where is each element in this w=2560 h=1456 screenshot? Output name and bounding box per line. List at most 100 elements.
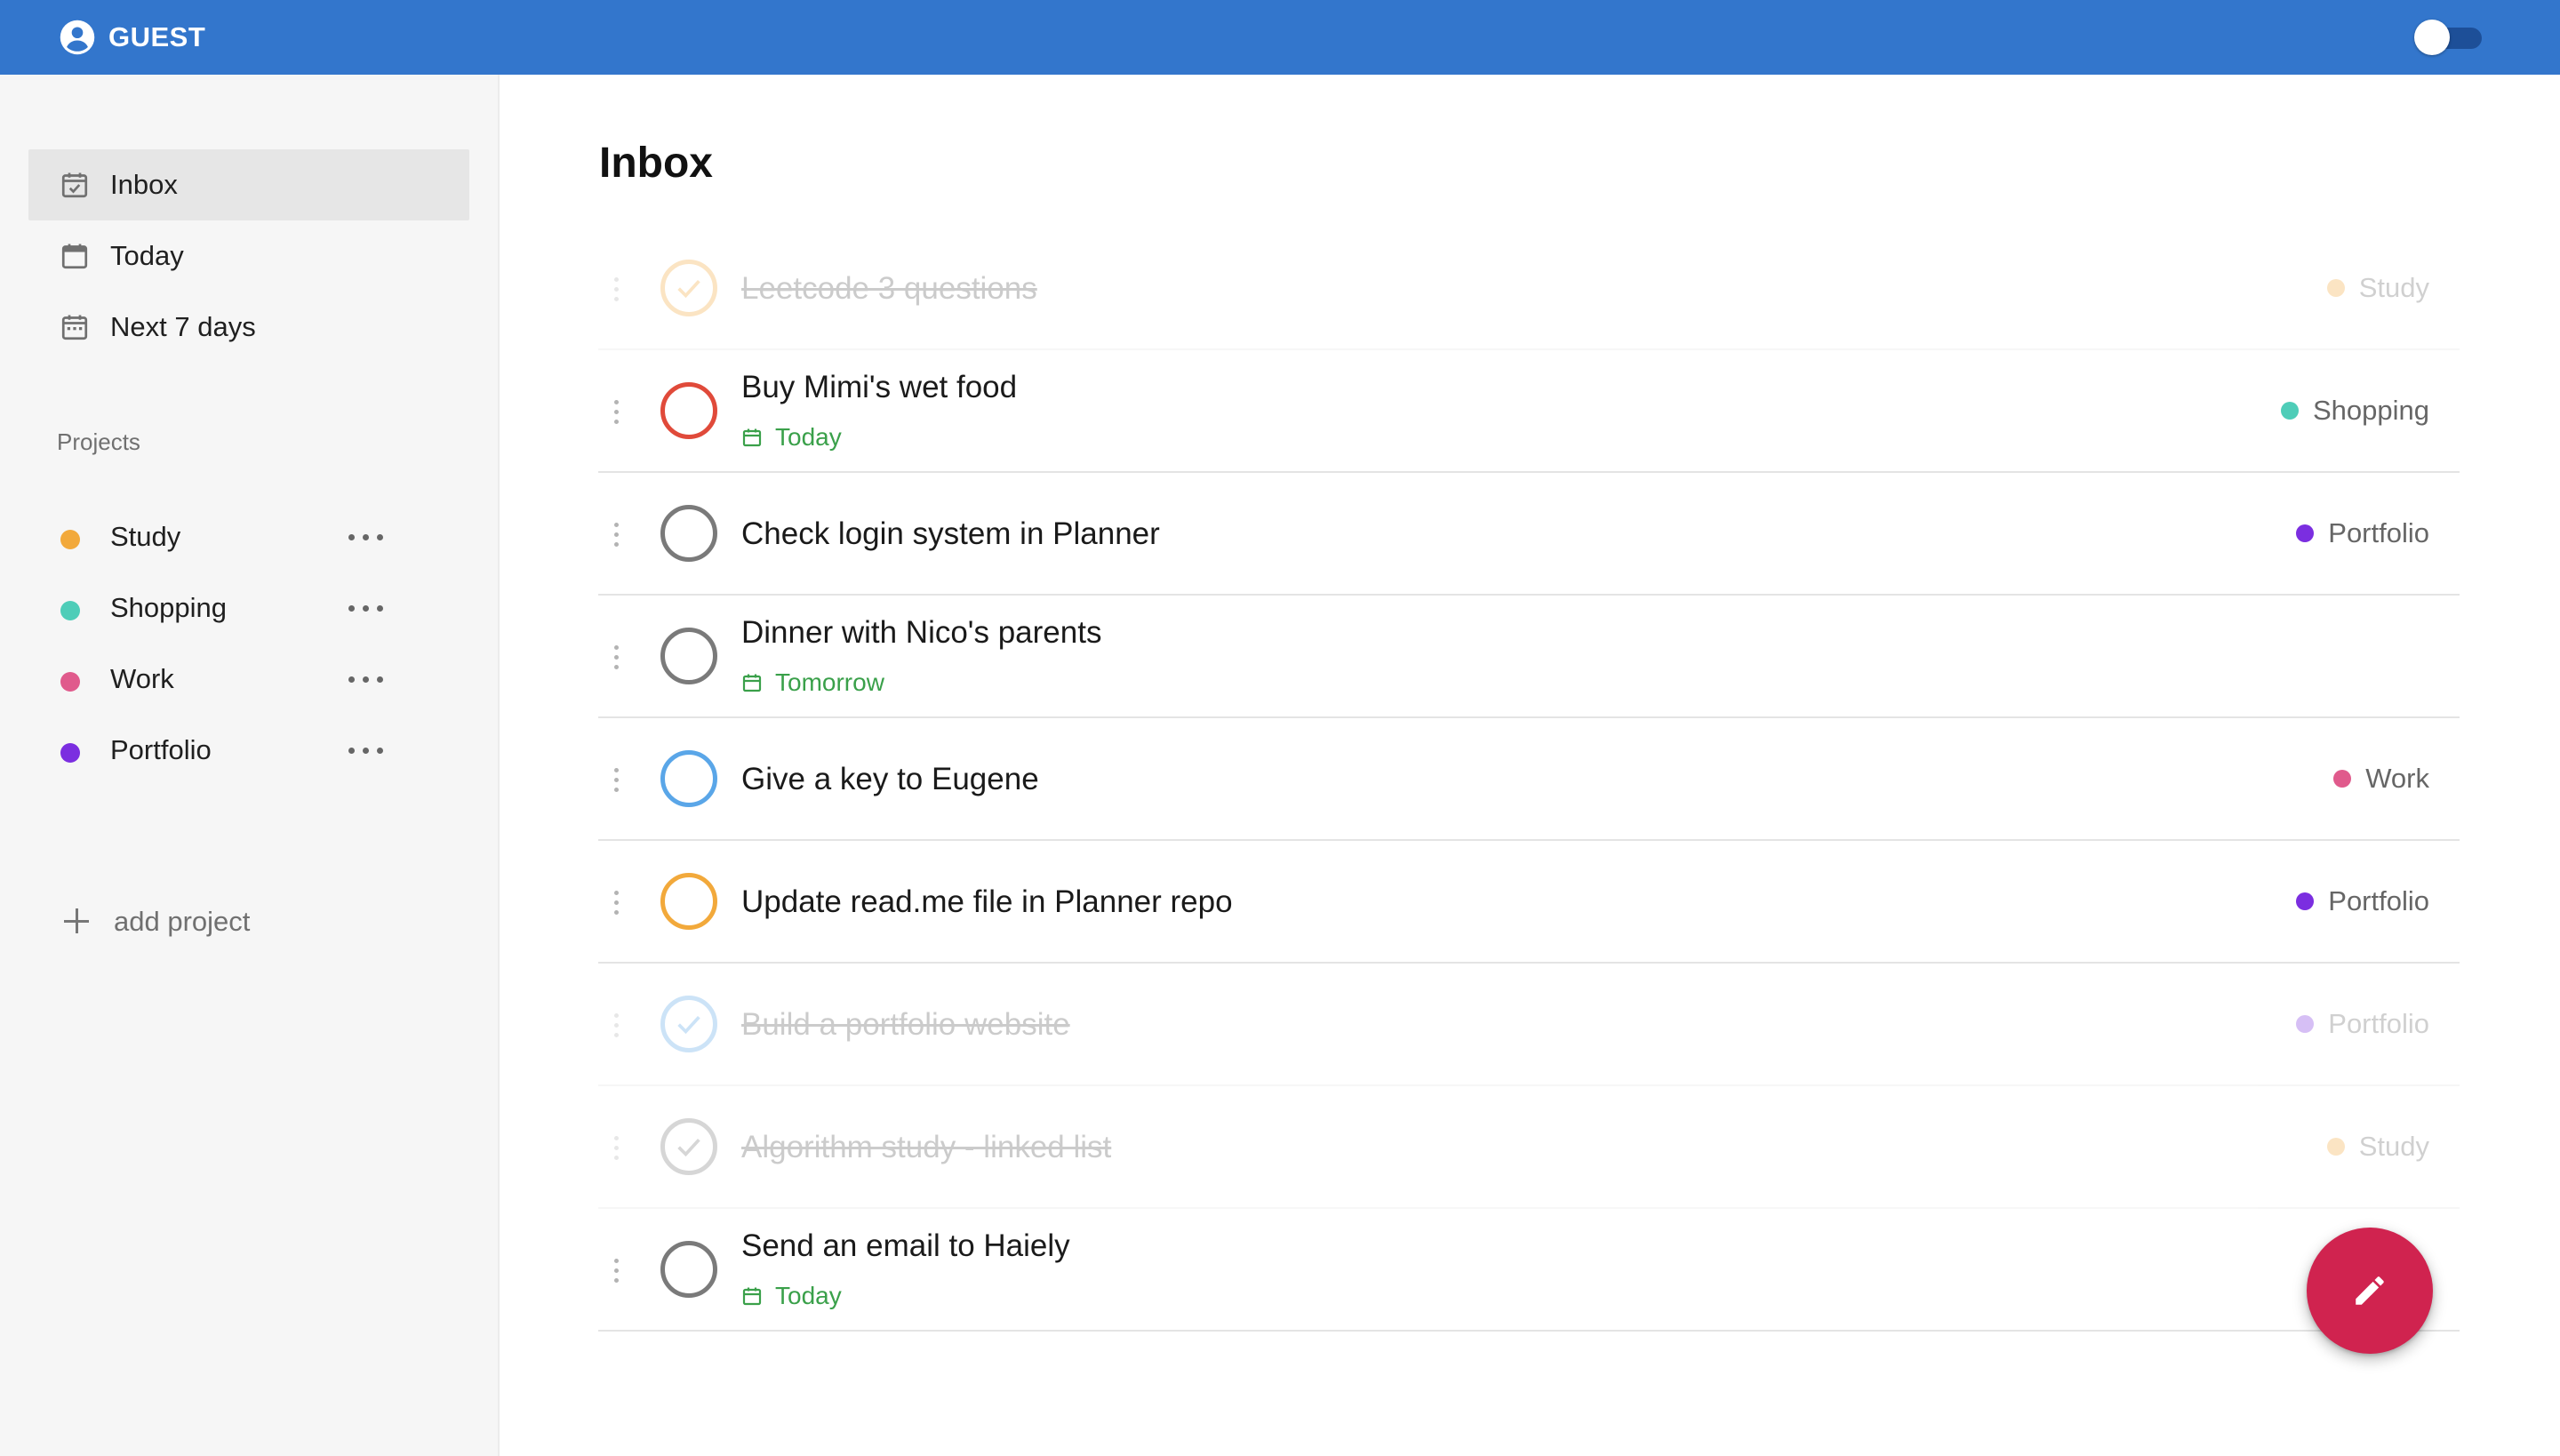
task-title[interactable]: Give a key to Eugene: [741, 762, 1039, 797]
more-options-icon[interactable]: [343, 732, 389, 768]
task-due-date: Today: [741, 1282, 842, 1310]
project-color-dot: [2296, 892, 2315, 910]
calendar-icon: [742, 428, 762, 447]
sidebar-item-inbox[interactable]: Inbox: [28, 149, 469, 220]
task-title[interactable]: Update read.me file in Planner repo: [741, 884, 1233, 920]
drag-handle-icon[interactable]: [612, 768, 620, 793]
drag-handle-icon[interactable]: [612, 1013, 620, 1038]
task-checkbox[interactable]: [660, 1241, 717, 1298]
account-circle-icon: [60, 20, 95, 55]
drag-handle-icon[interactable]: [612, 1136, 620, 1161]
more-options-icon[interactable]: [343, 519, 389, 555]
more-options-icon[interactable]: [343, 661, 389, 697]
theme-toggle[interactable]: [2414, 18, 2485, 57]
add-task-fab[interactable]: [2307, 1228, 2433, 1354]
task-checkbox[interactable]: [660, 873, 717, 930]
task-row[interactable]: Check login system in Planner Portfolio: [598, 473, 2460, 596]
task-title[interactable]: Build a portfolio website: [741, 1007, 1070, 1043]
task-row[interactable]: Buy Mimi's wet food Today Shopping: [598, 350, 2460, 473]
drag-handle-icon[interactable]: [612, 645, 620, 670]
task-title[interactable]: Check login system in Planner: [741, 516, 1160, 552]
project-label: Portfolio: [2328, 1008, 2429, 1039]
project-color-dot: [2326, 279, 2345, 297]
project-label: Shopping: [110, 592, 228, 623]
project-item-study[interactable]: Study: [28, 507, 411, 569]
task-title[interactable]: Send an email to Haiely: [741, 1228, 1070, 1264]
project-item-work[interactable]: Work: [28, 649, 411, 711]
project-label: Work: [2365, 763, 2429, 794]
add-project-button[interactable]: add project: [57, 896, 288, 946]
user-menu[interactable]: GUEST: [59, 18, 205, 57]
add-project-label: add project: [114, 906, 251, 937]
sidebar-item-today[interactable]: Today: [28, 220, 469, 292]
project-color-dot: [2333, 770, 2352, 788]
sidebar-item-next-7-days[interactable]: Next 7 days: [28, 292, 469, 363]
task-row[interactable]: Dinner with Nico's parents Tomorrow: [598, 596, 2460, 718]
sidebar-item-label: Next 7 days: [110, 311, 256, 342]
app-header: GUEST: [0, 0, 2560, 75]
task-title[interactable]: Dinner with Nico's parents: [741, 615, 1101, 651]
project-label: Study: [2358, 1131, 2429, 1162]
task-due-date: Today: [741, 423, 842, 452]
calendar-icon: [61, 244, 88, 269]
plus-icon: [62, 907, 91, 935]
project-label: Portfolio: [110, 734, 212, 765]
page-title: Inbox: [599, 140, 713, 187]
sidebar-item-label: Inbox: [110, 169, 178, 200]
task-row[interactable]: Update read.me file in Planner repo Portf…: [598, 841, 2460, 964]
checkmark-icon: [677, 1138, 700, 1157]
project-color-dot: [2296, 1015, 2315, 1033]
task-project-tag: Shopping: [2280, 395, 2429, 427]
project-color-dot: [2296, 524, 2315, 542]
task-checkbox[interactable]: [660, 1118, 717, 1175]
task-title[interactable]: Buy Mimi's wet food: [741, 370, 1017, 405]
task-project-tag: Study: [2326, 1131, 2429, 1163]
toggle-thumb: [2414, 20, 2450, 55]
project-item-portfolio[interactable]: Portfolio: [28, 720, 411, 782]
task-checkbox[interactable]: [660, 628, 717, 684]
drag-handle-icon[interactable]: [612, 523, 620, 548]
task-checkbox[interactable]: [660, 382, 717, 439]
task-row[interactable]: Give a key to Eugene Work: [598, 718, 2460, 841]
project-label: Portfolio: [2328, 517, 2429, 548]
drag-handle-icon[interactable]: [612, 277, 620, 302]
calendar-week-icon: [61, 315, 88, 340]
more-options-icon[interactable]: [343, 590, 389, 626]
calendar-icon: [742, 674, 762, 692]
task-checkbox[interactable]: [660, 505, 717, 562]
task-due-date: Tomorrow: [741, 668, 884, 697]
projects-heading: Projects: [57, 428, 140, 455]
task-title[interactable]: Leetcode 3 questions: [741, 271, 1037, 307]
checkmark-icon: [677, 279, 700, 299]
task-project-tag: Portfolio: [2296, 1008, 2429, 1040]
sidebar: Inbox Today Next 7 days Projects Study S…: [0, 75, 500, 1456]
task-row[interactable]: Leetcode 3 questions Study: [598, 228, 2460, 350]
drag-handle-icon[interactable]: [612, 400, 620, 425]
task-checkbox[interactable]: [660, 750, 717, 807]
project-color-dot: [60, 672, 80, 692]
task-project-tag: Study: [2326, 272, 2429, 304]
due-label: Today: [775, 423, 842, 451]
task-row[interactable]: Build a portfolio website Portfolio: [598, 964, 2460, 1086]
task-checkbox[interactable]: [660, 996, 717, 1052]
task-row[interactable]: Algorithm study - linked list Study: [598, 1086, 2460, 1209]
task-list: Leetcode 3 questions Study Buy Mimi's wet …: [598, 228, 2460, 1332]
due-label: Today: [775, 1282, 842, 1309]
drag-handle-icon[interactable]: [612, 891, 620, 916]
task-project-tag: Portfolio: [2296, 517, 2429, 549]
project-color-dot: [2280, 402, 2299, 420]
calendar-icon: [742, 1287, 762, 1306]
task-row[interactable]: Send an email to Haiely Today: [598, 1209, 2460, 1332]
task-checkbox[interactable]: [660, 260, 717, 316]
project-color-dot: [60, 601, 80, 620]
sidebar-item-label: Today: [110, 240, 184, 271]
project-label: Study: [110, 521, 181, 552]
project-label: Study: [2358, 272, 2429, 303]
inbox-check-icon: [61, 172, 88, 198]
checkmark-icon: [677, 1015, 700, 1035]
project-item-shopping[interactable]: Shopping: [28, 578, 411, 640]
drag-handle-icon[interactable]: [612, 1259, 620, 1284]
task-title[interactable]: Algorithm study - linked list: [741, 1130, 1111, 1165]
project-label: Work: [110, 663, 174, 694]
project-color-dot: [2326, 1138, 2345, 1156]
